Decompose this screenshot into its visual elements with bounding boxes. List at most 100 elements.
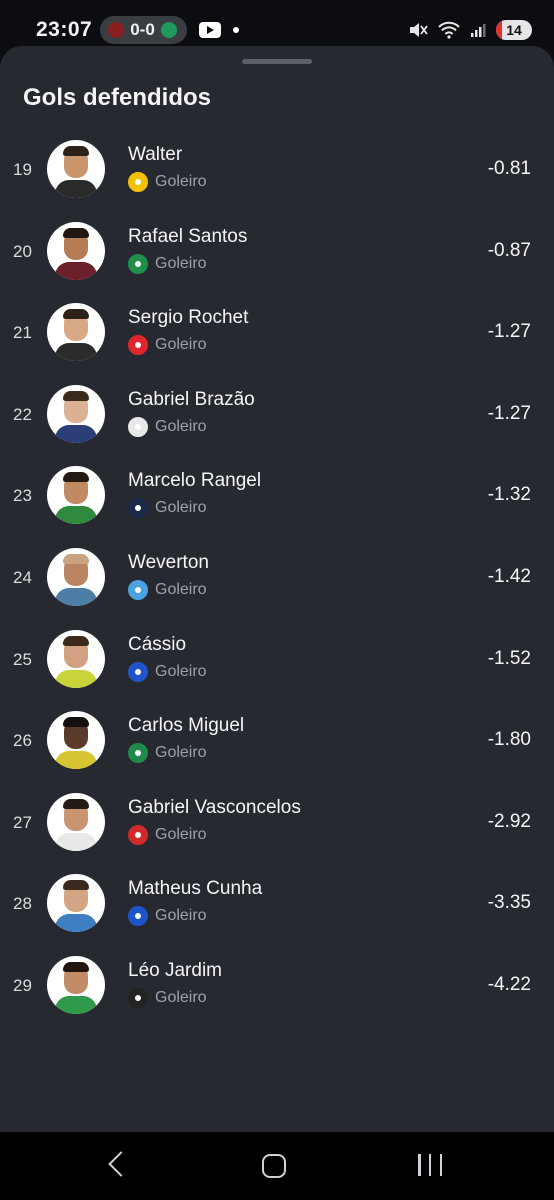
player-rank: 27 <box>13 812 32 832</box>
live-score-pill[interactable]: 0-0 <box>100 16 187 44</box>
avatar-hair <box>63 798 89 809</box>
player-value: -1.32 <box>487 484 531 506</box>
player-position: Goleiro <box>155 254 207 272</box>
player-position: Goleiro <box>155 499 207 517</box>
player-row[interactable]: 20 Rafael Santos Goleiro -0.87 <box>0 220 554 302</box>
player-position: Goleiro <box>155 988 207 1006</box>
recents-bar-icon <box>418 1154 421 1176</box>
player-meta: Goleiro <box>128 498 207 519</box>
player-value: -1.80 <box>487 729 531 751</box>
battery-low-icon <box>496 20 502 40</box>
back-button[interactable] <box>108 1151 134 1177</box>
player-avatar <box>47 711 105 770</box>
player-position: Goleiro <box>155 417 207 435</box>
player-meta: Goleiro <box>128 824 207 845</box>
club-crest-icon <box>128 579 148 600</box>
player-position: Goleiro <box>155 173 207 190</box>
player-name: Léo Jardim <box>128 959 222 981</box>
avatar-shirt <box>55 343 97 362</box>
navigation-bar <box>0 1132 554 1200</box>
player-avatar <box>47 303 105 362</box>
avatar-shirt <box>55 180 97 198</box>
avatar-shirt <box>55 669 97 688</box>
player-avatar <box>47 547 105 606</box>
player-position: Goleiro <box>155 336 207 354</box>
player-position: Goleiro <box>155 580 207 598</box>
player-meta: Goleiro <box>128 172 207 192</box>
club-crest-icon <box>128 906 148 927</box>
avatar-hair <box>63 390 89 401</box>
player-list: 19 Walter Goleiro -0.81 20 Rafael Santos Golei… <box>0 138 554 1036</box>
player-value: -1.52 <box>487 647 531 669</box>
avatar-hair <box>63 146 89 156</box>
recents-button[interactable] <box>418 1154 442 1176</box>
avatar-hair <box>63 717 89 728</box>
player-value: -1.27 <box>487 321 531 343</box>
player-row[interactable]: 23 Marcelo Rangel Goleiro -1.32 <box>0 464 554 546</box>
club-crest-icon <box>128 253 148 274</box>
player-row[interactable]: 25 Cássio Goleiro -1.52 <box>0 628 554 710</box>
avatar-hair <box>63 880 89 891</box>
player-row[interactable]: 21 Sergio Rochet Goleiro -1.27 <box>0 301 554 383</box>
player-avatar <box>47 874 105 933</box>
player-avatar <box>47 466 105 525</box>
player-rank: 22 <box>13 404 32 424</box>
avatar-shirt <box>55 995 97 1014</box>
avatar-hair <box>63 309 89 320</box>
player-value: -1.27 <box>487 402 531 424</box>
away-team-icon <box>160 22 177 38</box>
player-position: Goleiro <box>155 744 207 762</box>
signal-icon <box>471 24 486 37</box>
player-name: Gabriel Vasconcelos <box>128 796 301 818</box>
player-row[interactable]: 22 Gabriel Brazão Goleiro -1.27 <box>0 383 554 465</box>
player-value: -2.92 <box>487 810 531 832</box>
player-name: Weverton <box>128 551 209 573</box>
avatar-shirt <box>55 261 97 280</box>
player-row[interactable]: 28 Matheus Cunha Goleiro -3.35 <box>0 872 554 954</box>
club-crest-icon <box>128 172 148 192</box>
club-crest-icon <box>128 498 148 519</box>
player-rank: 20 <box>13 241 32 261</box>
avatar-shirt <box>55 914 97 933</box>
avatar-shirt <box>55 587 97 606</box>
player-avatar <box>47 629 105 688</box>
player-rank: 21 <box>13 323 32 343</box>
player-name: Gabriel Brazão <box>128 388 255 410</box>
player-avatar <box>47 221 105 280</box>
player-row[interactable]: 19 Walter Goleiro -0.81 <box>0 138 554 220</box>
player-meta: Goleiro <box>128 579 207 600</box>
player-value: -1.42 <box>487 565 531 587</box>
player-meta: Goleiro <box>128 661 207 682</box>
home-button[interactable] <box>262 1154 286 1178</box>
player-name: Matheus Cunha <box>128 878 263 900</box>
wifi-icon <box>438 21 460 39</box>
youtube-icon <box>198 22 221 38</box>
battery-indicator: 14 <box>496 20 532 40</box>
player-row[interactable]: 27 Gabriel Vasconcelos Goleiro -2.92 <box>0 791 554 873</box>
player-row[interactable]: 26 Carlos Miguel Goleiro -1.80 <box>0 709 554 791</box>
drag-handle[interactable] <box>242 59 312 64</box>
home-team-icon <box>108 22 125 38</box>
avatar-hair <box>63 553 89 564</box>
player-rank: 28 <box>13 894 32 914</box>
player-name: Carlos Miguel <box>128 715 245 737</box>
avatar-shirt <box>55 506 97 525</box>
player-meta: Goleiro <box>128 253 207 274</box>
status-icons: 14 <box>408 20 532 40</box>
player-name: Cássio <box>128 633 187 655</box>
player-row[interactable]: 24 Weverton Goleiro -1.42 <box>0 546 554 628</box>
club-crest-icon <box>128 416 148 437</box>
player-position: Goleiro <box>155 825 207 843</box>
avatar-hair <box>63 472 89 483</box>
status-time: 23:07 <box>36 18 93 41</box>
player-meta: Goleiro <box>128 906 207 927</box>
player-meta: Goleiro <box>128 743 207 764</box>
player-name: Walter <box>128 144 183 165</box>
player-meta: Goleiro <box>128 335 207 356</box>
player-value: -3.35 <box>487 892 531 914</box>
player-value: -0.87 <box>487 239 531 261</box>
player-rank: 29 <box>13 975 32 995</box>
mute-icon <box>410 23 428 37</box>
player-row[interactable]: 29 Léo Jardim Goleiro -4.22 <box>0 954 554 1036</box>
avatar-hair <box>63 227 89 238</box>
